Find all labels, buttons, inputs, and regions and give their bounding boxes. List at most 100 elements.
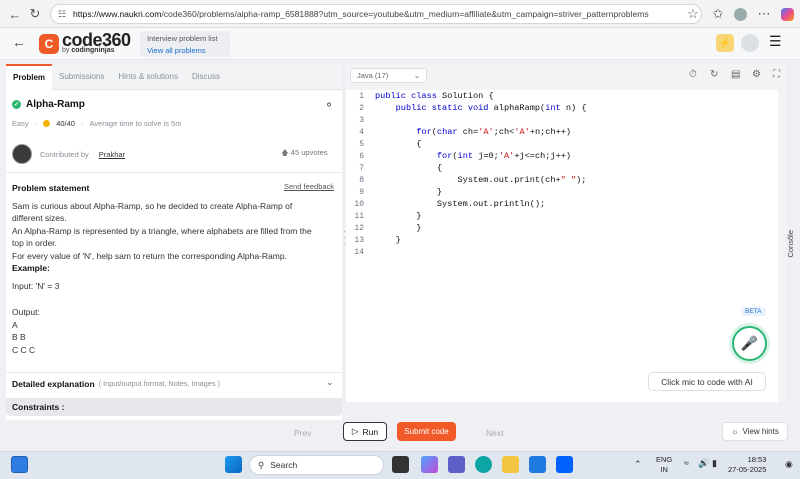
user-avatar[interactable] [741, 34, 759, 52]
next-button[interactable]: Next [486, 428, 503, 438]
code-line: public static void alphaRamp(int n) { [395, 103, 587, 113]
code-line: System.out.print(ch+" "); [375, 175, 587, 185]
contributor-avatar [12, 144, 32, 164]
line-number: 2 [359, 104, 364, 113]
tab-problem[interactable]: Problem [6, 63, 53, 90]
code-line: } [375, 211, 422, 221]
code-line: { [375, 139, 422, 149]
submit-code-button[interactable]: Submit code [397, 422, 456, 441]
example-input: Input: 'N' = 3 [12, 281, 60, 291]
taskbar-search[interactable]: ⚲ Search [249, 455, 384, 475]
logo-subtitle: by codingninjas [62, 47, 115, 54]
notes-icon[interactable]: ▤ [731, 69, 740, 80]
editor-scrollbar[interactable] [778, 90, 786, 402]
view-all-problems-link[interactable]: View all problems [147, 46, 223, 55]
logo-icon[interactable]: C [39, 34, 59, 54]
volume-icon[interactable]: 🔊 [698, 458, 709, 469]
store-icon[interactable] [529, 456, 546, 473]
example-output-line: B B [12, 332, 26, 342]
profile-icon[interactable] [731, 5, 749, 23]
wifi-icon[interactable]: ≈ [684, 458, 689, 468]
play-icon: ▷ [351, 426, 359, 436]
code-line: } [375, 223, 422, 233]
example-output-line: A [12, 320, 18, 330]
difficulty-label: Easy [12, 119, 29, 128]
dropbox-icon[interactable] [556, 456, 573, 473]
statement-line: For every value of 'N', help sam to retu… [12, 251, 287, 261]
chevron-down-icon[interactable]: ⌄ [326, 377, 334, 388]
run-button[interactable]: ▷ Run [343, 422, 387, 441]
streak-icon[interactable]: ⚡ [716, 34, 734, 52]
statement-line: top in order. [12, 238, 57, 248]
beta-badge: BETA [741, 307, 766, 316]
statement-line: different sizes. [12, 213, 67, 223]
upvote-button[interactable]: 🡅 45 upvotes [281, 147, 328, 160]
divider [6, 172, 342, 173]
windows-start-icon[interactable] [225, 456, 242, 473]
contributor-name[interactable]: Prakhar [99, 150, 125, 159]
line-number: 12 [354, 224, 364, 233]
chevron-up-icon[interactable]: ⌃ [634, 459, 642, 470]
back-icon[interactable]: ← [6, 5, 24, 23]
more-icon[interactable]: ⋯ [755, 5, 773, 23]
example-output-label: Output: [12, 307, 40, 317]
mic-icon: 🎤 [740, 335, 759, 351]
menu-icon[interactable]: ☰ [769, 33, 782, 50]
address-bar[interactable]: ☷ https://www.naukri.com/code360/problem… [50, 4, 702, 24]
line-number: 7 [359, 164, 364, 173]
constraints-heading[interactable]: Constraints : [6, 398, 342, 416]
problem-tabs: Problem Submissions Hints & solutions Di… [6, 63, 342, 90]
example-heading: Example: [12, 263, 50, 273]
chevron-down-icon: ⌄ [413, 71, 420, 80]
share-icon[interactable]: ⚬ [324, 98, 334, 112]
interview-list-card[interactable]: Interview problem list View all problems [140, 31, 230, 57]
teams-icon[interactable] [448, 456, 465, 473]
interview-list-title: Interview problem list [147, 34, 218, 43]
back-arrow-icon[interactable]: ← [12, 34, 26, 50]
fullscreen-icon[interactable]: ⛶ [773, 69, 780, 80]
file-explorer-icon[interactable] [502, 456, 519, 473]
tab-submissions[interactable]: Submissions [52, 64, 111, 90]
code-line: for(char ch='A';ch<'A'+n;ch++) [416, 127, 572, 137]
language-select[interactable]: Java (17) ⌄ [350, 68, 427, 83]
edge-browser-icon[interactable] [475, 456, 492, 473]
copilot-icon[interactable] [778, 5, 796, 23]
favorites-icon[interactable]: ✩ [709, 5, 727, 23]
chevron-left-icon[interactable]: ‹ [787, 233, 790, 242]
mic-button[interactable]: 🎤 [732, 326, 767, 361]
solved-check-icon: ✓ [12, 100, 21, 109]
problem-title: ✓ Alpha-Ramp [12, 99, 85, 110]
send-feedback-link[interactable]: Send feedback [284, 182, 334, 191]
problem-statement-heading: Problem statement [12, 183, 90, 193]
line-number: 10 [354, 200, 364, 209]
site-info-icon[interactable]: ☷ [58, 9, 66, 20]
code-line: { [375, 163, 443, 173]
code-line: System.out.println(); [375, 199, 546, 209]
line-number: 6 [359, 152, 364, 161]
settings-gear-icon[interactable]: ⚙ [752, 69, 761, 80]
tab-hints-solutions[interactable]: Hints & solutions [111, 64, 185, 90]
detailed-explanation-toggle[interactable]: Detailed explanation( Input/output forma… [6, 372, 342, 394]
task-view-icon[interactable] [392, 456, 409, 473]
line-number: 14 [354, 248, 364, 257]
tab-discuss[interactable]: Discuss [185, 64, 227, 90]
problem-meta: Easy · 40/40 · Average time to solve is 5m [12, 119, 182, 128]
copilot-app-icon[interactable] [421, 456, 438, 473]
notification-icon[interactable]: ◉ [785, 459, 793, 470]
timer-icon[interactable]: ⏱ [689, 69, 697, 80]
avg-time-label: Average time to solve is 5m [89, 119, 182, 128]
search-icon: ⚲ [258, 459, 265, 470]
reload-icon[interactable]: ↻ [26, 5, 44, 23]
reset-code-icon[interactable]: ↻ [710, 69, 718, 80]
line-number: 13 [354, 236, 364, 245]
system-clock[interactable]: 18:53 27-05-2025 [728, 455, 766, 475]
mic-tooltip: Click mic to code with AI [648, 372, 766, 391]
url-host: https://www.naukri.com [73, 9, 162, 19]
widgets-icon[interactable] [11, 456, 28, 473]
prev-button[interactable]: Prev [294, 428, 311, 438]
view-hints-button[interactable]: ☼ View hints [722, 422, 788, 441]
language-indicator[interactable]: ENG IN [656, 455, 672, 475]
favorite-star-icon[interactable]: ☆ [684, 5, 702, 23]
battery-icon[interactable]: ▮ [712, 458, 717, 469]
